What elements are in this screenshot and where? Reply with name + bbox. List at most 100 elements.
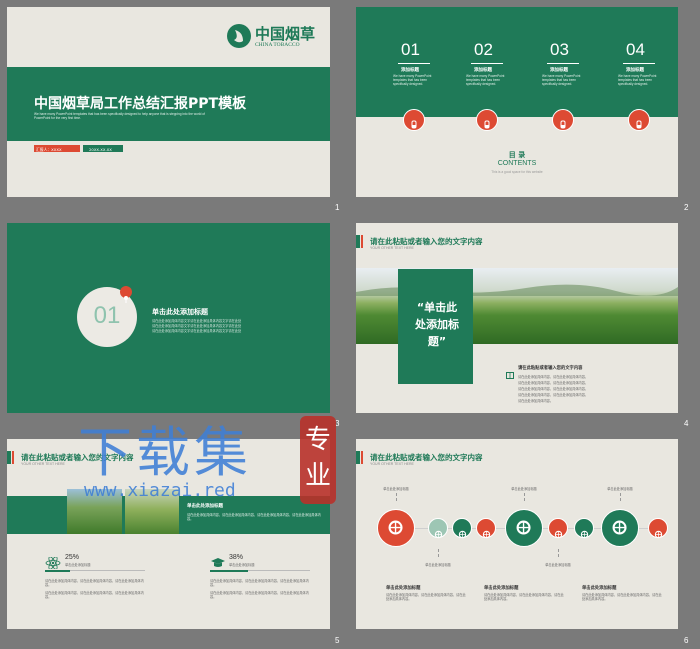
timeline-label: 单击此处添加标题 [511,487,537,491]
microscope-icon [611,519,628,536]
column-3-title: 单击此处添加标题 [582,586,617,591]
slide-number-6: 6 [684,636,689,645]
toc-item-number: 04 [626,40,645,59]
watermark-seal-text: 专业 [304,425,331,491]
toc-item-number: 03 [550,40,569,59]
stat-2-label: 单击此处添加标题 [229,563,255,567]
slide-6-thumbnail[interactable]: 请在此粘贴或者输入您的文字内容 YOUR OTHER TEXT HERE 单击此… [356,439,678,629]
timeline-connector [620,493,621,501]
slide-number-4: 4 [684,419,689,428]
section-line-2: 请在此处添加具体内容文字请在此处添加具体内容文字请在此处 [152,324,242,328]
column-2-text-2: 请在此处添加具体内容，请在此处添加具体内容，请在此处添加具体内容。 [210,591,309,600]
airplane-icon [654,524,663,538]
slide-header-sub: YOUR OTHER TEXT HERE [21,462,65,466]
slide-1-thumbnail[interactable]: 中国烟草 CHINA TOBACCO 中国烟草局工作总结汇报PPT模板 We h… [7,7,330,197]
column-1-text: 请在此处添加具体内容，请在此处添加具体内容，请在此处添加具体内容。 [386,593,466,602]
test-tube-icon [409,115,419,129]
column-1-text-2: 请在此处添加具体内容，请在此处添加具体内容，请在此处添加具体内容。 [45,591,144,600]
toc-title: 目 录 [508,151,526,159]
timeline-connector [558,549,559,557]
slide-header-sub: YOUR OTHER TEXT HERE [370,246,414,250]
slide-2-thumbnail[interactable]: 01 添加标题 We have many PowerPoint template… [356,7,678,197]
battery-icon [515,519,532,536]
stat-1-fill [45,569,70,572]
column-2-title: 单击此处添加标题 [484,586,519,591]
toc-item-title: 添加标题 [401,68,419,73]
toc-subtitle: CONTENTS [497,160,537,167]
toc-item-text: We have many PowerPoint templates that h… [542,74,581,87]
toc-item-text: We have many PowerPoint templates that h… [466,74,505,87]
reporter-label: 汇报人：XXXX [36,146,62,152]
slide-number-2: 2 [684,203,689,212]
slide-3-thumbnail[interactable]: 01 单击此处添加标题 请在此处添加具体内容文字请在此处添加具体内容文字请在此处… [7,223,330,413]
toc-item-text: We have many PowerPoint templates that h… [618,74,657,87]
content-line-2: 请在此处添加具体内容，请在此处添加具体内容， [518,381,589,385]
column-1-title: 单击此处添加标题 [386,586,421,591]
watermark-cn: 下载集 [78,421,252,484]
timeline-connector [524,493,525,501]
header-accent-green [7,451,11,464]
toc-item-title: 添加标题 [474,68,492,73]
column-1-text: 请在此处添加具体内容，请在此处添加具体内容，请在此处添加具体内容。 [45,579,144,588]
content-line-4: 请在此处添加具体内容，请在此处添加具体内容， [518,393,589,397]
toc-item-number: 02 [474,40,493,59]
column-2-text: 请在此处添加具体内容，请在此处添加具体内容，请在此处添加具体内容。 [210,579,309,588]
header-accent-green [356,451,360,464]
rocket-icon [482,524,491,538]
stat-2-value: 38% [229,554,244,561]
graduation-cap-icon [210,554,226,567]
content-line-3: 请在此处添加具体内容，请在此处添加具体内容， [518,387,589,391]
toc-item-title: 添加标题 [550,68,568,73]
timeline-label: 单击此处添加标题 [383,487,409,491]
header-accent-red [361,235,363,248]
logo-mark-icon [226,23,252,49]
slide-description: We have many PowerPoint templates that h… [34,112,205,121]
section-title: 单击此处添加标题 [152,308,208,316]
microscope-icon [482,115,492,129]
section-line-1: 请在此处添加具体内容文字请在此处添加具体内容文字请在此处 [152,319,242,323]
pie-chart-icon [554,524,563,538]
toc-item-title: 添加标题 [626,68,644,73]
slide-title: 中国烟草局工作总结汇报PPT模板 [34,96,247,112]
bar-text: 请在此处添加具体内容，请在此处添加具体内容，请在此处添加具体内容，请在此处添加具… [187,513,321,522]
date-label: 20XX.XX.XX [89,146,112,152]
toc-item-underline [623,63,655,64]
content-title: 请在此粘贴或者输入您的文字内容 [518,366,583,371]
timeline-label: 单击此处添加标题 [545,563,571,567]
toc-item-text: We have many PowerPoint templates that h… [393,74,432,87]
bar-title: 单击此处添加标题 [187,504,223,509]
section-line-3: 请在此处添加具体内容文字请在此处添加具体内容文字请在此处 [152,329,242,333]
header-accent-red [361,451,363,464]
toc-item-number: 01 [401,40,420,59]
toc-item-underline [398,63,430,64]
slide-header-sub: YOUR OTHER TEXT HERE [370,462,414,466]
atom-icon [45,554,61,570]
flask-box-icon [634,115,644,129]
header-accent-red [12,451,14,464]
content-line-5: 请在此处添加具体内容。 [518,399,554,403]
slide-number-5: 5 [335,636,340,645]
timeline-connector [438,549,439,557]
timeline-connector [396,493,397,501]
stat-2-fill [210,569,248,572]
battery-icon [458,524,467,538]
toc-item-underline [547,63,579,64]
timeline-label: 单击此处添加标题 [425,563,451,567]
toc-note: This is a good space for this website [491,170,543,174]
stat-1-value: 25% [65,554,80,561]
title-box-text: “单击此处添加标题” [415,301,459,348]
handshake-icon [434,524,443,538]
column-3-text: 请在此处添加具体内容，请在此处添加具体内容，请在此处添加具体内容。 [582,593,662,602]
toc-item-underline [471,63,503,64]
globe-icon [387,519,404,536]
slide-4-thumbnail[interactable]: 请在此粘贴或者输入您的文字内容 YOUR OTHER TEXT HERE “单击… [356,223,678,413]
logo-text-cn: 中国烟草 [255,25,316,43]
pin-icon [123,288,129,303]
section-number: 01 [93,302,121,329]
flask-rack-icon [558,115,568,129]
watermark-url: www.xiazai.red [84,480,236,501]
column-2-text: 请在此处添加具体内容，请在此处添加具体内容，请在此处添加具体内容。 [484,593,564,602]
header-accent-green [356,235,360,248]
stat-1-label: 单击此处添加标题 [65,563,91,567]
top-green-band [356,7,678,117]
